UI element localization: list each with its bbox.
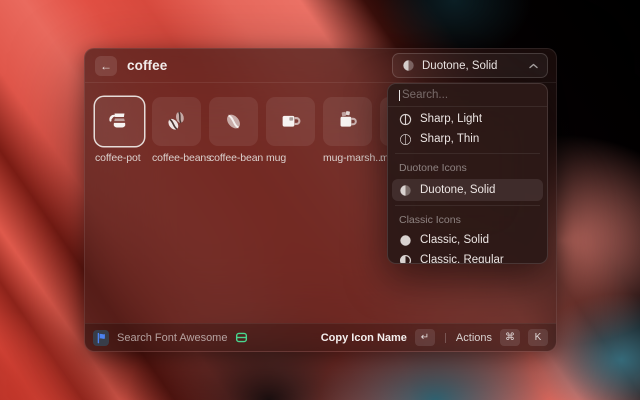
window-header: ← coffee Duotone, Solid (85, 49, 556, 83)
style-dropdown-label: Duotone, Solid (422, 60, 497, 72)
menu-item-label: Sharp, Light (420, 113, 482, 125)
coffee-bean-icon (220, 108, 247, 135)
grid-item-mug-marshmallows: mug-marsh... (323, 97, 372, 164)
tile-label: coffee-bean (209, 152, 258, 164)
search-placeholder: Search... (402, 89, 448, 101)
menu-section-classic: Classic Icons (392, 209, 543, 230)
arrow-left-icon: ← (100, 60, 112, 72)
style-dropdown-menu: Search... Sharp, Light (387, 83, 548, 264)
back-button[interactable]: ← (95, 56, 117, 76)
tile-mug-marshmallows[interactable] (323, 97, 372, 146)
menu-section-duotone: Duotone Icons (392, 157, 543, 178)
window-footer: Search Font Awesome Copy Icon Name ↵ Act… (85, 323, 556, 351)
mug-marshmallows-icon (334, 108, 361, 135)
menu-divider (395, 205, 540, 206)
circle-half-stroke-thin-icon (399, 133, 412, 146)
app-name: Search Font Awesome (117, 332, 227, 344)
coffee-beans-icon (163, 108, 190, 135)
tile-label: coffee-beans (152, 152, 201, 164)
chevron-up-icon (529, 63, 538, 69)
menu-item-label: Sharp, Thin (420, 133, 479, 145)
menu-item-sharp-light[interactable]: Sharp, Light (392, 109, 543, 129)
circle-duotone-icon (402, 59, 415, 72)
menu-search-input[interactable]: Search... (388, 84, 547, 107)
tile-label: coffee-pot (95, 152, 144, 164)
circle-solid-icon (399, 234, 412, 247)
coffee-pot-icon (106, 108, 133, 135)
font-awesome-flag-icon (93, 330, 109, 346)
raycast-window: ← coffee Duotone, Solid (84, 48, 557, 352)
actions-button[interactable]: Actions (456, 332, 492, 344)
circle-half-icon (399, 254, 412, 265)
menu-item-label: Duotone, Solid (420, 184, 495, 196)
tile-mug[interactable] (266, 97, 315, 146)
grid-item-coffee-beans: coffee-beans (152, 97, 201, 164)
menu-item-label: Classic, Regular (420, 254, 504, 264)
mug-icon (277, 108, 304, 135)
grid-item-mug: mug (266, 97, 315, 164)
menu-item-label: Classic, Solid (420, 234, 489, 246)
k-keycap: K (528, 329, 548, 346)
tile-label: mug-marsh... (323, 152, 372, 164)
copy-icon-name-action[interactable]: Copy Icon Name (321, 332, 407, 344)
tile-coffee-beans[interactable] (152, 97, 201, 146)
menu-item-duotone-solid[interactable]: Duotone, Solid (392, 179, 543, 201)
grid-item-coffee-bean: coffee-bean (209, 97, 258, 164)
menu-item-classic-regular[interactable]: Classic, Regular (392, 250, 543, 264)
text-cursor (399, 90, 400, 101)
tile-coffee-pot[interactable] (95, 97, 144, 146)
tile-label: mug (266, 152, 315, 164)
menu-list: Sharp, Light Sharp, Thin Duotone Icons (388, 107, 547, 264)
return-keycap: ↵ (415, 329, 435, 346)
search-query[interactable]: coffee (127, 58, 167, 73)
circle-duotone-icon (399, 184, 412, 197)
circle-half-stroke-light-icon (399, 113, 412, 126)
menu-item-classic-solid[interactable]: Classic, Solid (392, 230, 543, 250)
footer-divider (445, 333, 446, 343)
style-dropdown-button[interactable]: Duotone, Solid (392, 53, 548, 78)
menu-item-sharp-thin[interactable]: Sharp, Thin (392, 129, 543, 149)
command-keycap: ⌘ (500, 329, 520, 346)
grid-item-coffee-pot: coffee-pot (95, 97, 144, 164)
green-card-icon (235, 331, 248, 344)
menu-divider (395, 153, 540, 154)
tile-coffee-bean[interactable] (209, 97, 258, 146)
